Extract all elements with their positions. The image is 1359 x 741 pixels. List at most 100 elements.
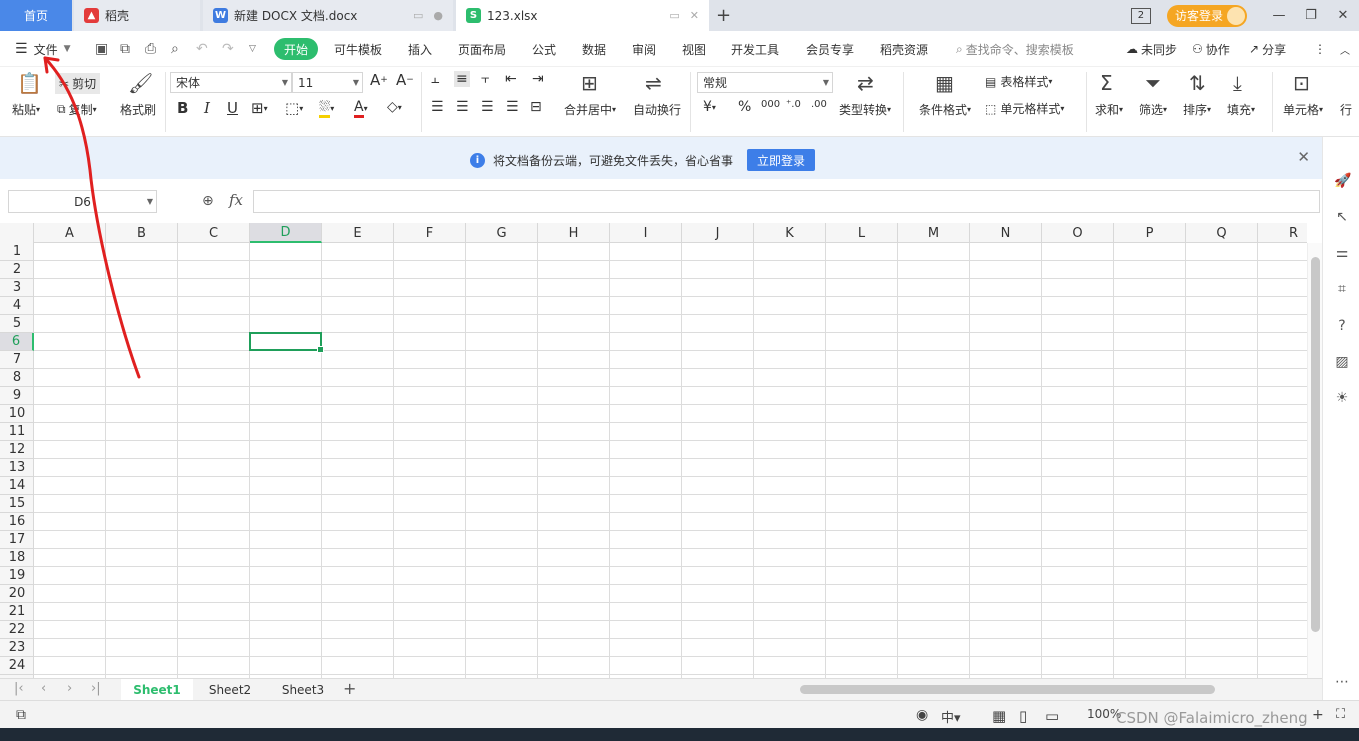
column-header[interactable]: M [898, 223, 970, 243]
minimize-icon[interactable]: — [1263, 8, 1295, 23]
row-header[interactable]: 18 [0, 549, 34, 567]
merge-center-button[interactable]: 合并居中 ▾ [564, 101, 616, 118]
thousands-icon[interactable]: 000 [761, 99, 780, 110]
sync-button[interactable]: ☁ 未同步 [1126, 31, 1177, 67]
row-header[interactable]: 22 [0, 621, 34, 639]
prev-sheet-icon[interactable]: ‹ [41, 681, 46, 696]
cell-button[interactable]: 单元格 ▾ [1283, 101, 1323, 118]
tab-start[interactable]: 开始 [274, 38, 319, 60]
row-header[interactable]: 12 [0, 441, 34, 459]
more-icon[interactable]: ⋮ [1314, 31, 1326, 67]
close-window-icon[interactable]: ✕ [1327, 8, 1359, 23]
column-header[interactable]: Q [1186, 223, 1258, 243]
row-header[interactable]: 19 [0, 567, 34, 585]
next-sheet-icon[interactable]: › [67, 681, 72, 696]
guest-login-button[interactable]: 访客登录 [1166, 4, 1247, 27]
row-header[interactable]: 7 [0, 351, 34, 369]
row-header[interactable]: 16 [0, 513, 34, 531]
percent-icon[interactable]: % [738, 99, 751, 115]
image-icon[interactable]: ▨ [1334, 354, 1350, 370]
copy-button[interactable]: ⧉ 复制 ▾ [57, 101, 97, 118]
column-header[interactable]: O [1042, 223, 1114, 243]
cell-area[interactable] [34, 243, 1307, 678]
fullscreen-icon[interactable]: ⛶ [1336, 707, 1345, 722]
column-header[interactable]: E [322, 223, 394, 243]
tab-insert[interactable]: 插入 [408, 31, 432, 67]
format-painter-icon[interactable]: 🖌 [128, 71, 153, 95]
cell-fill-pattern-icon[interactable]: ⬚ ▾ [285, 99, 303, 117]
column-header[interactable]: J [682, 223, 754, 243]
table-style-button[interactable]: ▤ 表格样式 ▾ [985, 73, 1052, 90]
distributed-align-icon[interactable]: ⊟ [530, 99, 542, 115]
column-header[interactable]: I [610, 223, 682, 243]
increase-indent-icon[interactable]: ⇥ [532, 71, 544, 87]
column-header[interactable]: P [1114, 223, 1186, 243]
row-header[interactable]: 10 [0, 405, 34, 423]
last-sheet-icon[interactable]: ›| [91, 681, 101, 696]
align-right-icon[interactable]: ☰ [481, 99, 494, 115]
underline-icon[interactable]: U [227, 99, 238, 117]
screen-icon[interactable]: ▭ [413, 9, 423, 22]
clear-format-icon[interactable]: ◇ ▾ [387, 99, 402, 115]
layout-icon[interactable]: ⌗ [1334, 281, 1350, 297]
font-name-select[interactable]: 宋体 ▼ [170, 72, 292, 93]
wrap-text-button[interactable]: 自动换行 [633, 101, 681, 118]
share-button[interactable]: ↗ 分享 [1249, 31, 1286, 67]
column-header[interactable]: R [1258, 223, 1307, 243]
cursor-icon[interactable]: ↖ [1334, 209, 1350, 225]
rocket-icon[interactable]: 🚀 [1334, 173, 1351, 189]
sheet-tab-1[interactable]: Sheet1 [121, 679, 193, 701]
formula-input[interactable] [253, 190, 1320, 213]
column-header[interactable]: A [34, 223, 106, 243]
align-middle-icon[interactable]: ≡ [454, 71, 470, 87]
font-color-icon[interactable]: A ▾ [354, 99, 368, 118]
window-count-badge[interactable]: 2 [1130, 7, 1151, 24]
increase-font-icon[interactable]: A + [370, 71, 388, 89]
fx-icon[interactable]: fx [229, 191, 243, 209]
column-header[interactable]: G [466, 223, 538, 243]
selected-cell-d6[interactable] [249, 332, 324, 353]
tab-daoke-resources[interactable]: 稻壳资源 [880, 31, 928, 67]
row-header[interactable]: 24 [0, 657, 34, 675]
row-header[interactable]: 13 [0, 459, 34, 477]
print-preview-icon[interactable]: ⌕ [171, 31, 179, 67]
page-break-view-icon[interactable]: ▭ [1045, 707, 1059, 725]
row-header[interactable]: 6 [0, 333, 34, 351]
column-header[interactable]: B [106, 223, 178, 243]
tab-docx[interactable]: W 新建 DOCX 文档.docx ▭ ● [203, 0, 453, 31]
tab-review[interactable]: 审阅 [632, 31, 656, 67]
zoom-in-icon[interactable]: + [1312, 707, 1324, 723]
row-header[interactable]: 9 [0, 387, 34, 405]
chinese-layout-icon[interactable]: 中▾ [941, 707, 961, 726]
paste-icon[interactable]: 📋 [17, 71, 42, 95]
row-header[interactable]: 1 [0, 243, 34, 261]
increase-decimal-icon[interactable]: ⁺.0 [786, 99, 801, 110]
format-painter-button[interactable]: 格式刷 [120, 101, 156, 118]
redo-icon[interactable]: ↷ [222, 31, 234, 67]
type-convert-icon[interactable]: ⇄ [857, 71, 874, 95]
italic-icon[interactable]: I [204, 99, 210, 117]
macro-record-icon[interactable]: ⧉ [16, 707, 26, 723]
cell-icon[interactable]: ⊡ [1293, 71, 1310, 95]
row-header[interactable]: 21 [0, 603, 34, 621]
quick-access-dropdown-icon[interactable]: ▽ [249, 31, 256, 67]
lightbulb-icon[interactable]: ☀ [1334, 390, 1350, 406]
row-col-button[interactable]: 行 [1340, 101, 1352, 118]
settings-sliders-icon[interactable]: ⚌ [1334, 245, 1350, 261]
tab-xlsx[interactable]: S 123.xlsx ▭ ✕ [456, 0, 709, 31]
conditional-format-icon[interactable]: ▦ [935, 71, 954, 95]
decrease-indent-icon[interactable]: ⇤ [505, 71, 517, 87]
eye-protection-icon[interactable]: ◉ [916, 707, 928, 723]
bold-icon[interactable]: B [177, 99, 188, 117]
sheet-tab-3[interactable]: Sheet3 [268, 679, 338, 701]
screen-icon[interactable]: ▭ [669, 9, 679, 22]
more-dots-icon[interactable]: ⋯ [1334, 674, 1350, 690]
page-layout-view-icon[interactable]: ▯ [1019, 707, 1027, 725]
column-header[interactable]: N [970, 223, 1042, 243]
tab-keniu-template[interactable]: 可牛模板 [334, 31, 382, 67]
decrease-font-icon[interactable]: A − [396, 71, 414, 89]
cell-style-button[interactable]: ⬚ 单元格样式 ▾ [985, 100, 1064, 117]
print-icon[interactable]: ⎙ [145, 31, 156, 67]
tab-daoke[interactable]: ▲ 稻壳 [74, 0, 200, 31]
conditional-format-button[interactable]: 条件格式 ▾ [919, 101, 971, 118]
